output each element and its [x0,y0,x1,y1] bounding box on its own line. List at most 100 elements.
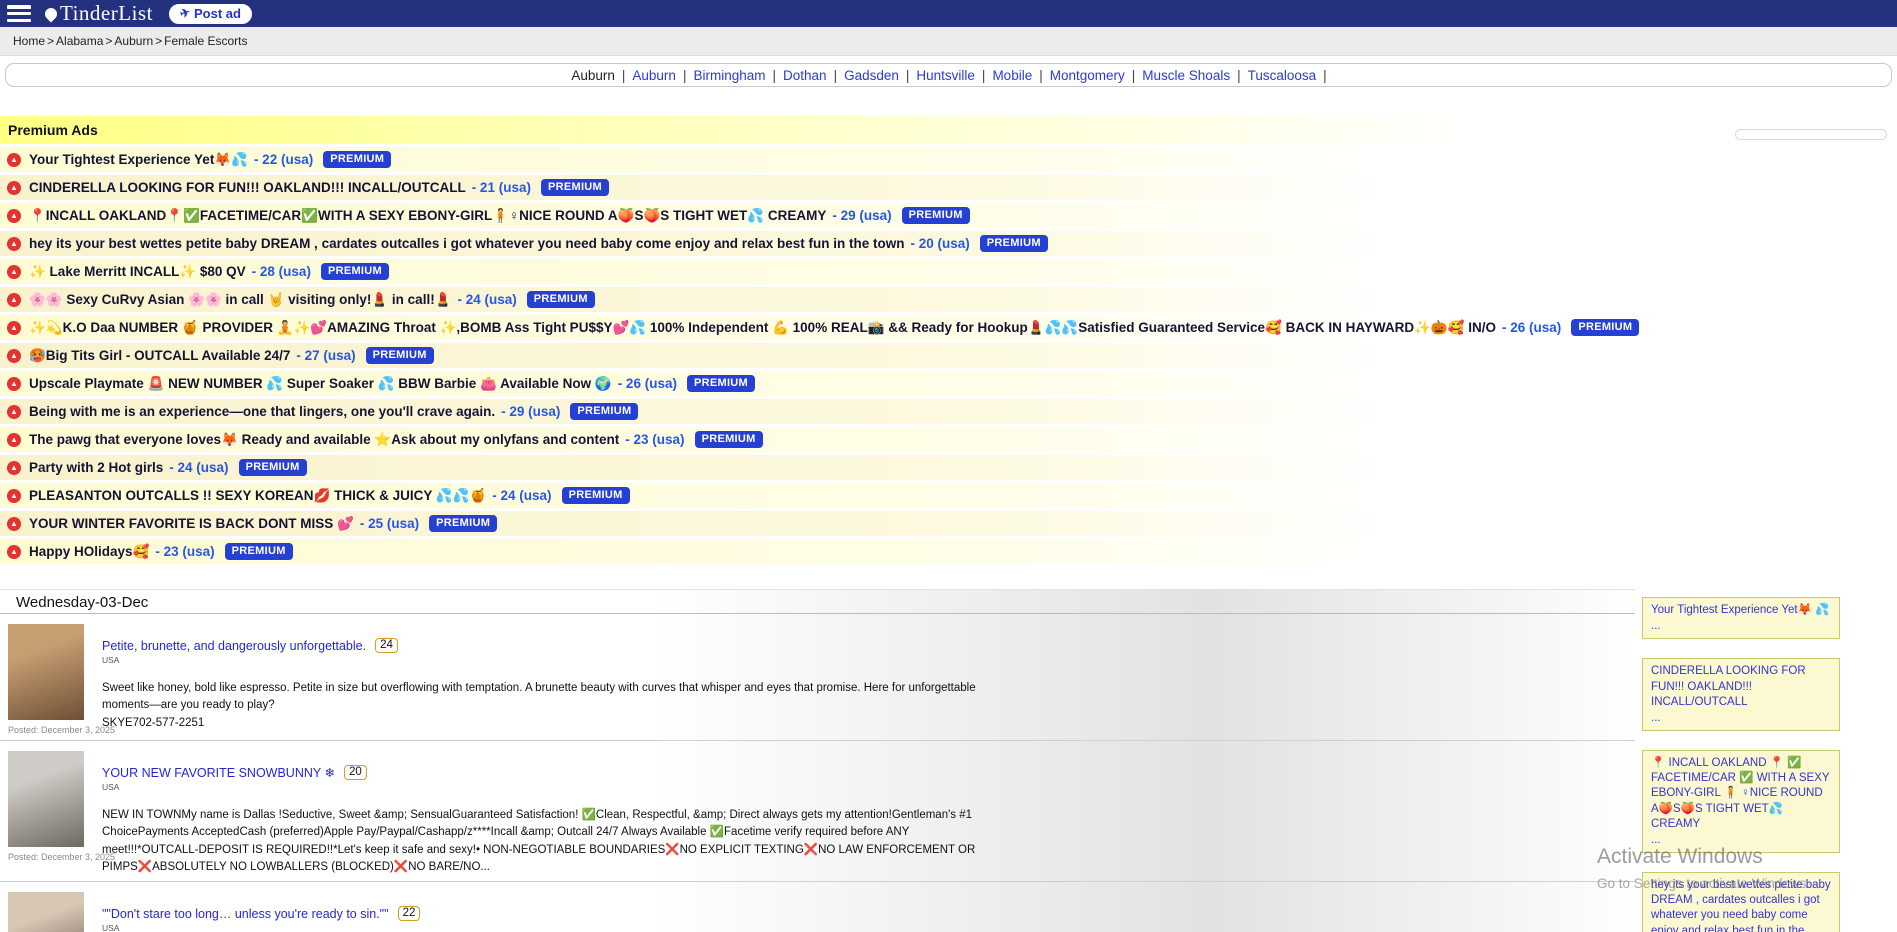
premium-ad-title[interactable]: 📍INCALL OAKLAND📍✅FACETIME/CAR✅WITH A SEX… [29,208,826,224]
premium-badge[interactable]: PREMIUM [429,515,497,532]
premium-ad-row[interactable]: ▲ 🌸🌸 Sexy CuRvy Asian 🌸🌸 in call 🤘 visit… [0,287,1897,312]
premium-badge[interactable]: PREMIUM [695,431,763,448]
city-link[interactable]: Montgomery [1050,68,1125,83]
up-arrow-icon: ▲ [7,181,21,195]
premium-badge[interactable]: PREMIUM [562,487,630,504]
breadcrumb-sep: > [47,34,54,48]
city-links: Auburn | Birmingham | Dothan | Gadsden |… [628,68,1329,83]
sidebar-ad-title[interactable]: hey its your best wettes petite baby DRE… [1651,878,1831,932]
premium-badge[interactable]: PREMIUM [323,151,391,168]
breadcrumb-link[interactable]: Home [13,34,45,48]
city-sep: | [1237,68,1241,83]
listing-left: Posted: December 3, 2025 [8,751,88,876]
premium-ad-title[interactable]: ✨ Lake Merritt INCALL✨ $80 QV [29,264,246,280]
premium-ad-row[interactable]: ▲ YOUR WINTER FAVORITE IS BACK DONT MISS… [0,511,1897,536]
city-link[interactable]: Dothan [783,68,827,83]
listing-thumbnail[interactable] [8,751,84,847]
premium-ad-row[interactable]: ▲ Happy HOlidays🥰 - 23 (usa) PREMIUM [0,539,1897,564]
premium-ad-title[interactable]: Party with 2 Hot girls [29,460,163,475]
premium-ad-title[interactable]: PLEASANTON OUTCALLS !! SEXY KOREAN💋 THIC… [29,488,486,504]
sidebar-ad-ellipsis: ... [1651,711,1831,726]
up-arrow-icon: ▲ [7,461,21,475]
premium-ad-row[interactable]: ▲ 🥵Big Tits Girl - OUTCALL Available 24/… [0,343,1897,368]
listing-thumbnail[interactable] [8,892,84,932]
sidebar-ad-box[interactable]: CINDERELLA LOOKING FOR FUN!!! OAKLAND!!!… [1642,658,1840,731]
listing-location: USA [102,782,1007,792]
city-link[interactable]: Gadsden [844,68,899,83]
city-link[interactable]: Huntsville [916,68,975,83]
listing-title-link[interactable]: Petite, brunette, and dangerously unforg… [102,639,366,653]
city-link[interactable]: Birmingham [693,68,765,83]
premium-badge[interactable]: PREMIUM [687,375,755,392]
premium-badge[interactable]: PREMIUM [239,459,307,476]
premium-badge[interactable]: PREMIUM [541,179,609,196]
premium-ad-title[interactable]: CINDERELLA LOOKING FOR FUN!!! OAKLAND!!!… [29,180,466,195]
premium-ad-row[interactable]: ▲ ✨💫K.O Daa NUMBER 🍯 PROVIDER 🧘✨💕AMAZING… [0,315,1897,340]
up-arrow-icon: ▲ [7,321,21,335]
sidebar-ad-box[interactable]: 📍 INCALL OAKLAND 📍 ✅ FACETIME/CAR ✅ WITH… [1642,750,1840,853]
paper-plane-icon: ✈ [178,5,192,21]
page: TinderList ✈ Post ad Home > Alabama > Au… [0,0,1897,932]
city-link[interactable]: Mobile [992,68,1032,83]
listing-row[interactable]: Posted: December 3, 2025 ""Don't stare t… [0,881,1635,932]
premium-ad-title[interactable]: ✨💫K.O Daa NUMBER 🍯 PROVIDER 🧘✨💕AMAZING T… [29,320,1496,336]
premium-badge[interactable]: PREMIUM [1571,319,1639,336]
listing-title-link[interactable]: ""Don't stare too long… unless you're re… [102,907,389,921]
site-logo[interactable]: TinderList [45,1,153,26]
premium-ad-title[interactable]: Happy HOlidays🥰 [29,544,149,560]
up-arrow-icon: ▲ [7,237,21,251]
listing-thumbnail[interactable] [8,624,84,720]
premium-ad-age: - 27 (usa) [296,348,355,363]
premium-ad-row[interactable]: ▲ Upscale Playmate 🚨 NEW NUMBER 💦 Super … [0,371,1897,396]
city-link[interactable]: Auburn [632,68,676,83]
premium-ad-title[interactable]: The pawg that everyone loves🦊 Ready and … [29,432,619,448]
post-ad-button[interactable]: ✈ Post ad [169,4,252,24]
premium-badge[interactable]: PREMIUM [980,235,1048,252]
premium-badge[interactable]: PREMIUM [902,207,970,224]
premium-ad-row[interactable]: ▲ 📍INCALL OAKLAND📍✅FACETIME/CAR✅WITH A S… [0,203,1897,228]
premium-ad-title[interactable]: Being with me is an experience—one that … [29,404,495,419]
premium-badge[interactable]: PREMIUM [321,263,389,280]
premium-ad-row[interactable]: ▲ CINDERELLA LOOKING FOR FUN!!! OAKLAND!… [0,175,1897,200]
listing-title-link[interactable]: YOUR NEW FAVORITE SNOWBUNNY ❄ [102,765,335,780]
breadcrumb-link[interactable]: Female Escorts [164,34,247,48]
sidebar-ad-box[interactable]: hey its your best wettes petite baby DRE… [1642,872,1840,932]
premium-badge[interactable]: PREMIUM [570,403,638,420]
premium-ad-title[interactable]: 🥵Big Tits Girl - OUTCALL Available 24/7 [29,348,290,364]
premium-ad-title[interactable]: 🌸🌸 Sexy CuRvy Asian 🌸🌸 in call 🤘 visitin… [29,292,452,308]
breadcrumb-link[interactable]: Auburn [114,34,153,48]
premium-ad-row[interactable]: ▲ PLEASANTON OUTCALLS !! SEXY KOREAN💋 TH… [0,483,1897,508]
premium-ad-title[interactable]: YOUR WINTER FAVORITE IS BACK DONT MISS 💕 [29,516,354,532]
premium-ad-age: - 24 (usa) [169,460,228,475]
listing-age-badge: 24 [375,638,398,653]
premium-ad-title[interactable]: hey its your best wettes petite baby DRE… [29,236,904,251]
breadcrumb-link[interactable]: Alabama [56,34,103,48]
premium-ad-row[interactable]: ▲ Party with 2 Hot girls - 24 (usa) PREM… [0,455,1897,480]
premium-badge[interactable]: PREMIUM [225,543,293,560]
premium-ad-row[interactable]: ▲ ✨ Lake Merritt INCALL✨ $80 QV - 28 (us… [0,259,1897,284]
premium-badge[interactable]: PREMIUM [527,291,595,308]
listing-row[interactable]: Posted: December 3, 2025 YOUR NEW FAVORI… [0,740,1635,881]
premium-ad-age: - 24 (usa) [458,292,517,307]
premium-ad-title[interactable]: Your Tightest Experience Yet🦊💦 [29,152,248,168]
city-link[interactable]: Muscle Shoals [1142,68,1230,83]
premium-ad-title[interactable]: Upscale Playmate 🚨 NEW NUMBER 💦 Super So… [29,376,612,392]
premium-ad-row[interactable]: ▲ Being with me is an experience—one tha… [0,399,1897,424]
city-link[interactable]: Tuscaloosa [1248,68,1317,83]
listing-row[interactable]: Posted: December 3, 2025 Petite, brunett… [0,614,1635,740]
sidebar-ad-title[interactable]: Your Tightest Experience Yet🦊 💦 [1651,603,1831,618]
city-sep: | [683,68,687,83]
hamburger-menu-icon[interactable] [7,5,31,22]
sidebar-ad-title[interactable]: CINDERELLA LOOKING FOR FUN!!! OAKLAND!!!… [1651,664,1831,710]
sidebar-ad-box[interactable]: Your Tightest Experience Yet🦊 💦 ... [1642,597,1840,639]
premium-ads-title: Premium Ads [0,116,1897,144]
listing-body: YOUR NEW FAVORITE SNOWBUNNY ❄ 20 USA NEW… [102,751,1007,876]
premium-ad-row[interactable]: ▲ hey its your best wettes petite baby D… [0,231,1897,256]
premium-sidebar: Your Tightest Experience Yet🦊 💦 ... CIND… [1642,597,1840,932]
premium-badge[interactable]: PREMIUM [366,347,434,364]
premium-ad-row[interactable]: ▲ Your Tightest Experience Yet🦊💦 - 22 (u… [0,147,1897,172]
sidebar-ad-title[interactable]: 📍 INCALL OAKLAND 📍 ✅ FACETIME/CAR ✅ WITH… [1651,756,1831,832]
mini-input-box[interactable] [1735,129,1887,140]
premium-ad-row[interactable]: ▲ The pawg that everyone loves🦊 Ready an… [0,427,1897,452]
listing-location: USA [102,655,1007,665]
